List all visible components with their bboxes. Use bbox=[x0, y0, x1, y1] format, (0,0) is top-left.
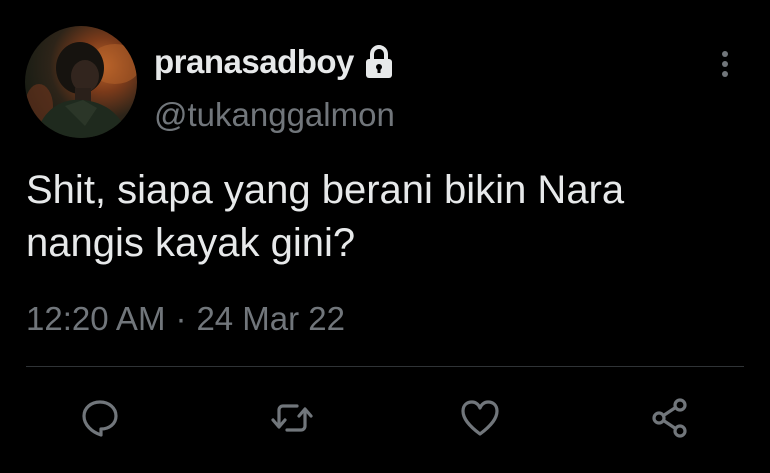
tweet-timestamp[interactable]: 12:20 AM · 24 Mar 22 bbox=[26, 300, 345, 338]
share-button[interactable] bbox=[646, 394, 694, 442]
retweet-icon bbox=[269, 396, 315, 440]
tweet-action-bar bbox=[0, 384, 770, 454]
lock-icon bbox=[362, 44, 396, 80]
reply-button[interactable] bbox=[76, 394, 124, 442]
like-icon bbox=[458, 396, 502, 440]
like-button[interactable] bbox=[456, 394, 504, 442]
tweet-time: 12:20 AM bbox=[26, 300, 166, 337]
tweet-text-line-2: nangis kayak gini? bbox=[26, 221, 356, 265]
timestamp-separator: · bbox=[175, 300, 187, 337]
tweet-date: 24 Mar 22 bbox=[196, 300, 346, 337]
more-vertical-icon[interactable] bbox=[710, 46, 740, 82]
tweet-text: Shit, siapa yang berani bikin Nara nangis… bbox=[26, 164, 746, 270]
author-handle[interactable]: @tukanggalmon bbox=[154, 96, 395, 134]
tweet-detail: pranasadboy @tukanggalmon Shit, siapa ya… bbox=[0, 0, 770, 473]
avatar[interactable] bbox=[25, 26, 137, 138]
reply-icon bbox=[78, 396, 122, 440]
share-icon bbox=[648, 396, 692, 440]
display-name[interactable]: pranasadboy bbox=[154, 43, 354, 81]
retweet-button[interactable] bbox=[268, 394, 316, 442]
divider bbox=[26, 366, 744, 367]
tweet-text-line-1: Shit, siapa yang berani bikin Nara bbox=[26, 168, 625, 212]
author-name-row: pranasadboy bbox=[154, 40, 396, 84]
